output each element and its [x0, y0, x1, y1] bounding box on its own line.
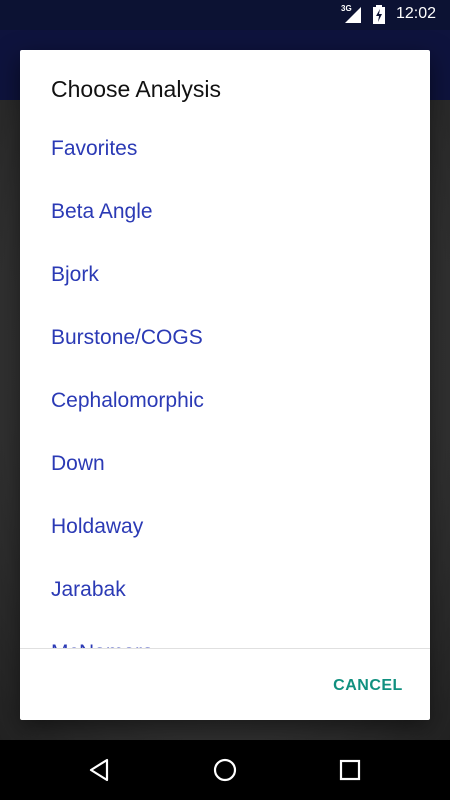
dialog-divider: [20, 648, 430, 649]
list-item-down[interactable]: Down: [51, 444, 105, 484]
list-item-bjork[interactable]: Bjork: [51, 255, 99, 295]
network-type: 3G: [341, 4, 352, 13]
list-item-favorites[interactable]: Favorites: [51, 129, 137, 169]
list-item-jarabak[interactable]: Jarabak: [51, 570, 126, 610]
list-item-beta-angle[interactable]: Beta Angle: [51, 192, 153, 232]
signal-icon: 3G: [341, 4, 363, 24]
list-item-cephalomorphic[interactable]: Cephalomorphic: [51, 381, 204, 421]
list-item-burstone-cogs[interactable]: Burstone/COGS: [51, 318, 203, 358]
recents-icon[interactable]: [334, 754, 366, 786]
home-icon[interactable]: [209, 754, 241, 786]
navigation-bar: [0, 740, 450, 800]
list-item-holdaway[interactable]: Holdaway: [51, 507, 143, 547]
back-icon[interactable]: [84, 754, 116, 786]
analysis-list[interactable]: Favorites Beta Angle Bjork Burstone/COGS…: [20, 117, 430, 648]
choose-analysis-dialog: Choose Analysis Favorites Beta Angle Bjo…: [20, 50, 430, 720]
list-item-mcnamara[interactable]: McNamara: [51, 633, 154, 648]
battery-icon: [372, 5, 386, 25]
cancel-button[interactable]: CANCEL: [320, 670, 416, 702]
dialog-title: Choose Analysis: [51, 76, 222, 102]
status-bar: 3G 12:02: [0, 0, 450, 30]
clock: 12:02: [396, 5, 437, 22]
